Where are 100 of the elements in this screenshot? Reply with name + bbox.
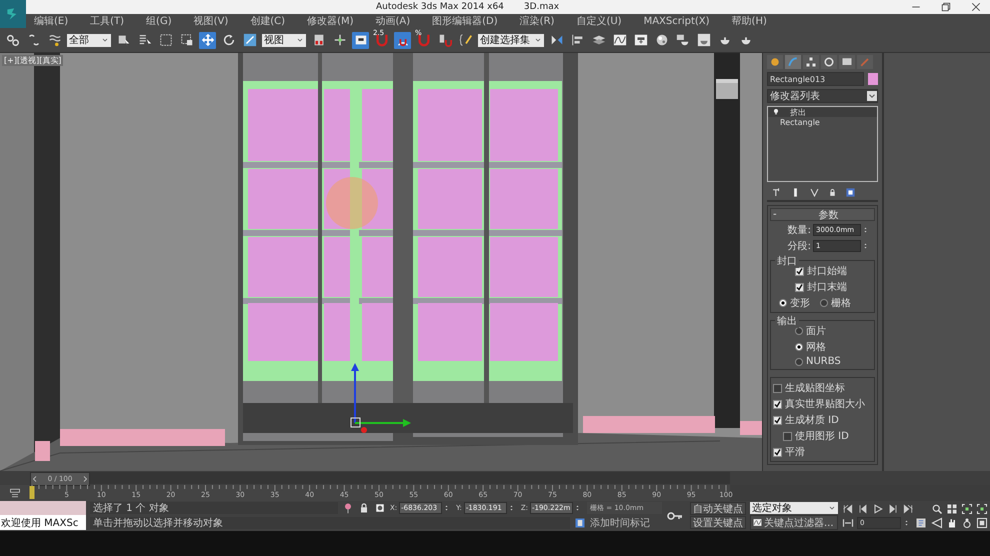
maximize-viewport-icon[interactable] [976,517,988,530]
go-to-start-icon[interactable] [842,502,854,515]
pivot-icon [312,33,326,47]
transform-mode-icon[interactable] [374,502,386,514]
radio-label: 变形 [790,296,810,310]
panel-tab[interactable] [767,55,783,69]
viewport-label[interactable]: [+][透视][真实] [2,55,64,66]
caret-icon [828,504,836,512]
panel-tab[interactable] [803,55,819,69]
menu-item[interactable]: 帮助(H) [732,14,767,28]
light-bulb-icon[interactable] [772,108,780,116]
toolbar-button[interactable] [457,32,474,48]
field-of-view-icon[interactable] [931,517,943,530]
time-config-icon[interactable] [915,517,927,530]
checkbox[interactable] [783,432,792,440]
menu-item[interactable]: 工具(T) [90,14,124,28]
field-label: 数量: [788,224,811,237]
list-icon [138,33,152,47]
radio-button[interactable] [779,299,787,307]
toolbar-button[interactable] [241,32,258,48]
curve-icon [753,518,762,527]
zoom-all-icon[interactable] [946,502,958,515]
named-sets-icon [458,33,472,47]
checkbox[interactable] [773,416,782,424]
previous-frame-icon[interactable] [857,502,869,515]
set-key-button[interactable]: 设置关键点 [690,516,746,529]
menu-item[interactable]: 动画(A) [376,14,410,28]
checkbox[interactable] [795,282,804,292]
menu-item[interactable]: 组(G) [146,14,172,28]
radio-label: 栅格 [831,296,851,310]
configure-icon[interactable] [845,187,856,198]
pin-icon[interactable] [771,187,782,198]
time-tag-icon[interactable] [574,517,586,529]
key-mode-icon[interactable] [842,517,854,530]
zoom-icon[interactable] [931,502,943,515]
object-name-field[interactable]: Rectangle013 [767,72,864,86]
toolbar-button[interactable] [695,32,712,48]
radio-label: 面片 [806,324,826,338]
layers-icon [592,33,606,47]
hierarchy-tab-icon [805,56,817,68]
play-icon[interactable] [872,502,884,515]
next-frame-icon[interactable] [887,502,899,515]
radio-button[interactable] [795,343,803,351]
orbit-icon[interactable] [961,517,973,530]
toolbar-dropdown[interactable]: 视图 [262,34,306,46]
stack-item[interactable]: Rectangle [768,117,877,127]
checkbox[interactable] [773,400,782,408]
baseboard [740,421,762,435]
menu-item[interactable]: 编辑(E) [34,14,68,28]
toolbar-dropdown[interactable]: 全部 [67,34,111,46]
menu-item[interactable]: 渲染(R) [520,14,554,28]
transform-gizmo-icon[interactable] [350,363,411,433]
radio-label: NURBS [806,356,841,367]
zoom-extents-icon[interactable] [961,502,973,515]
listener-text[interactable]: 欢迎使用 MAXSc [0,515,86,530]
panel-tab[interactable] [839,55,855,69]
radio-label: 网格 [806,340,826,354]
checkbox-label: 使用图形 ID [795,430,849,443]
listener-field[interactable] [0,501,86,515]
go-to-end-icon[interactable] [902,502,914,515]
checkbox[interactable] [773,384,782,392]
spinner-snap-icon [438,33,452,47]
mini-curve-editor-icon[interactable] [9,487,21,499]
restore-icon[interactable] [940,1,952,13]
baseboard [35,441,50,461]
radio-button[interactable] [795,358,803,366]
menu-item[interactable]: 修改器(M) [307,14,354,28]
auto-key-button[interactable]: 自动关键点 [690,502,746,515]
cursor-highlight [326,177,378,229]
checkbox-label: 生成贴图坐标 [785,382,845,395]
menu-item[interactable]: 图形编辑器(D) [432,14,498,28]
key-mode-dropdown[interactable]: 选定对象 [750,502,838,514]
radio-button[interactable] [795,327,803,335]
toolbar-button[interactable] [394,32,411,48]
rollout-header[interactable]: - 参数 [770,208,875,221]
radio-button[interactable] [820,299,828,307]
menu-item[interactable]: MAXScript(X) [644,16,710,26]
group-title: 输出 [775,314,799,328]
toolbar-button[interactable] [352,32,369,48]
key-filters-button[interactable]: 关键点过滤器... [750,515,838,530]
toolbar-button[interactable] [199,32,216,48]
file-name: 3D.max [524,2,560,12]
stack-item[interactable]: 挤出 [768,107,877,117]
pan-icon[interactable] [946,517,958,530]
checkbox[interactable] [795,266,804,276]
panel-tab[interactable] [821,55,837,69]
caret-icon [534,36,542,44]
modifier-list-dropdown[interactable]: 修改器列表 [767,89,878,103]
unique-icon[interactable] [809,187,820,198]
object-color-swatch[interactable] [868,73,878,85]
close-icon[interactable] [970,1,982,13]
time-tag-link[interactable]: 添加时间标记 [590,516,662,530]
time-thumb[interactable] [30,486,34,499]
zoom-extents-all-icon[interactable] [976,502,988,515]
menu-item[interactable]: 创建(C) [250,14,286,28]
checkbox[interactable] [773,448,782,456]
display-tab-icon [841,56,853,68]
menu-item[interactable]: 自定义(U) [576,14,622,28]
toolbar-dropdown[interactable]: 创建选择集 [478,34,544,46]
menu-item[interactable]: 视图(V) [194,14,228,28]
